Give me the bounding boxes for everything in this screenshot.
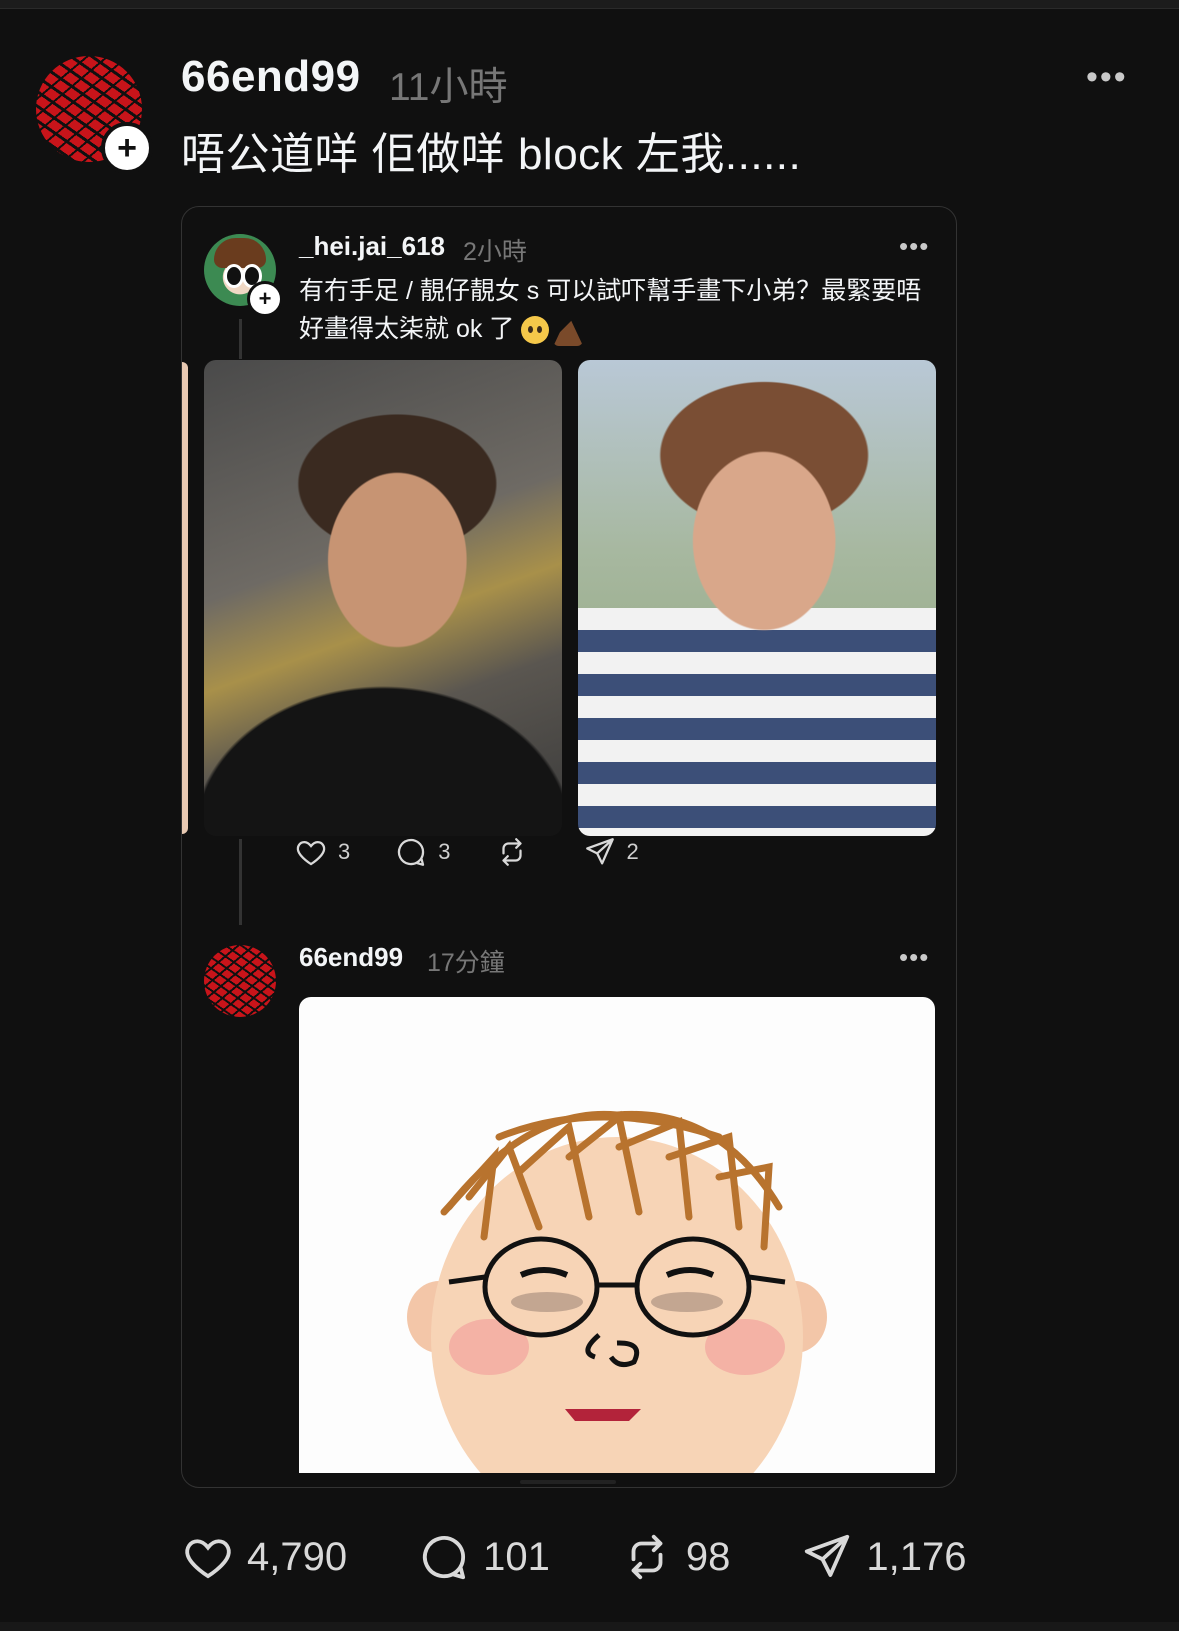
top-divider [0,0,1179,9]
photo-selfie-striped-sweater[interactable] [578,360,936,836]
repost-icon [501,838,522,866]
post-action-bar: 4,790 101 98 1,176 [181,1530,966,1584]
quoted-like-button[interactable]: 3 [294,835,350,869]
post-text: 唔公道咩 佢做咩 block 左我...... [181,130,802,179]
scroll-indicator [520,1480,616,1484]
like-button[interactable]: 4,790 [181,1530,347,1584]
repost-icon [631,1534,663,1580]
repost-count: 98 [685,1534,731,1579]
post-username[interactable]: 66end99 [181,52,361,102]
quoted-comment-button[interactable]: 3 [394,835,451,869]
quoted-share-count: 2 [626,839,639,864]
reply-username[interactable]: 66end99 [299,942,403,973]
quoted-like-count: 3 [338,839,351,864]
thread-line [239,319,242,359]
quoted-more-icon[interactable]: ••• [899,231,929,262]
pleading-face-icon [521,316,550,345]
post-timestamp: 11小時 [389,66,508,109]
cartoon-drawing-image[interactable] [299,997,935,1473]
quoted-thread-card[interactable]: + _hei.jai_618 2小時 ••• 有冇手足 / 靚仔靚女 s 可以試… [181,206,957,1488]
heart-icon [185,1539,231,1579]
repost-button[interactable]: 98 [620,1530,731,1584]
heart-icon [296,840,326,866]
bottom-divider [0,1622,1179,1631]
reply-more-icon[interactable]: ••• [899,942,929,973]
quoted-repost-button[interactable] [495,835,539,869]
share-count: 1,176 [866,1534,967,1579]
comment-icon [423,1536,466,1580]
comment-count: 101 [483,1534,550,1579]
share-button[interactable]: 1,176 [800,1530,966,1584]
quoted-timestamp: 2小時 [463,238,527,266]
quoted-username[interactable]: _hei.jai_618 [299,231,445,262]
quoted-follow-plus-icon[interactable]: + [247,281,283,317]
follow-plus-icon[interactable]: + [101,122,153,174]
reply-avatar[interactable] [204,945,276,1017]
avatar-eye [224,264,244,288]
reply-timestamp: 17分鐘 [427,949,505,977]
quoted-text-body: 有冇手足 / 靚仔靚女 s 可以試吓幫手畫下小弟？最緊要唔好畫得太柒就 ok 了 [299,277,922,343]
quoted-share-button[interactable]: 2 [583,835,639,869]
comment-button[interactable]: 101 [417,1530,550,1584]
photo-selfie-peace-sign[interactable] [204,360,562,836]
share-icon [805,1534,850,1577]
quoted-comment-count: 3 [438,839,451,864]
cartoon-face-illustration [407,1110,827,1473]
avatar-hair [214,238,266,268]
share-icon [585,838,614,865]
like-count: 4,790 [247,1534,348,1579]
folded-hands-icon [553,314,584,347]
previous-photo-edge [182,362,188,834]
more-options-icon[interactable]: ••• [1086,58,1128,97]
quoted-text: 有冇手足 / 靚仔靚女 s 可以試吓幫手畫下小弟？最緊要唔好畫得太柒就 ok 了 [299,272,939,348]
quoted-action-bar: 3 3 2 [294,835,683,869]
comment-icon [398,838,425,866]
thread-line [239,839,242,925]
